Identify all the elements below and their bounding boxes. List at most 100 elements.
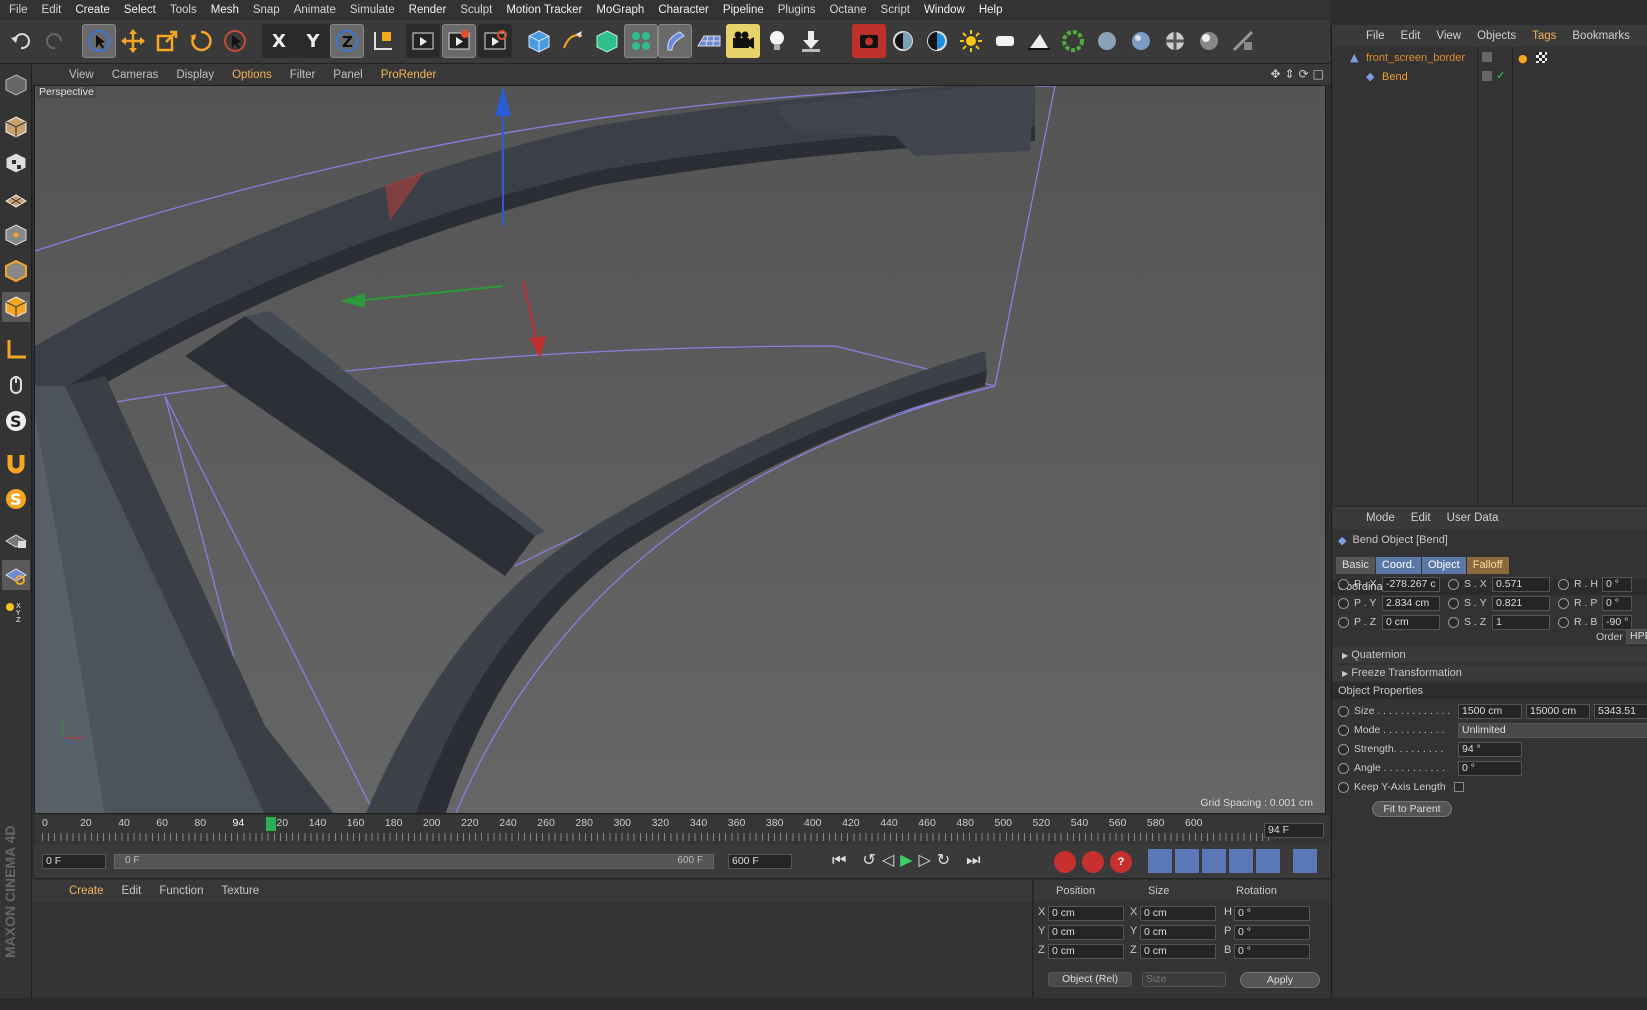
sphere-material-icon[interactable] (1090, 24, 1124, 58)
obj-menu-edit[interactable]: Edit (1393, 30, 1429, 42)
obj-menu-view[interactable]: View (1428, 30, 1469, 42)
live-selection-icon[interactable] (82, 24, 116, 58)
checker-sphere-icon[interactable] (1158, 24, 1192, 58)
menu-render[interactable]: Render (402, 4, 454, 16)
current-frame-field[interactable]: 94 F (1264, 823, 1324, 838)
menu-tools[interactable]: Tools (163, 4, 204, 16)
snap-magnet-icon[interactable] (2, 448, 30, 478)
scale-icon[interactable] (150, 24, 184, 58)
go-to-start-icon[interactable]: ⏮ (832, 850, 846, 870)
mode-animate-radio[interactable] (1338, 724, 1349, 736)
quaternion-group[interactable]: ▶ Quaternion (1332, 647, 1647, 663)
tag-icon[interactable]: ● (1518, 52, 1528, 65)
size-x-field[interactable]: 1500 cm (1458, 703, 1522, 719)
menu-character[interactable]: Character (651, 4, 716, 16)
environment-sphere-icon[interactable] (1124, 24, 1158, 58)
coord-size-field[interactable]: 0 cm (1140, 925, 1216, 940)
viewport-menu-panel[interactable]: Panel (324, 69, 371, 81)
menu-select[interactable]: Select (117, 4, 163, 16)
render-settings-icon[interactable] (478, 24, 512, 58)
material-menu-create[interactable]: Create (60, 885, 113, 897)
texture-mode-icon[interactable] (2, 148, 30, 178)
coord-position-field[interactable]: 0 cm (1048, 906, 1124, 921)
material-menu-function[interactable]: Function (150, 885, 212, 897)
chrome-sphere-icon[interactable] (1192, 24, 1226, 58)
layout-icon[interactable] (1226, 24, 1260, 58)
snap-enable-icon[interactable]: S (2, 484, 30, 514)
coordinate-system-icon[interactable] (366, 24, 400, 58)
visibility-toggle-icon[interactable] (1482, 71, 1492, 81)
material-menu-texture[interactable]: Texture (212, 885, 268, 897)
coord-value-field[interactable]: 0 cm (1382, 614, 1440, 630)
next-key-icon[interactable]: ↻ (937, 850, 950, 870)
solo-mode-icon[interactable]: S (2, 406, 30, 436)
tab-coord[interactable]: Coord. (1375, 557, 1421, 574)
coord-position-field[interactable]: 0 cm (1048, 944, 1124, 959)
attr-menu-edit[interactable]: Edit (1403, 512, 1439, 524)
key-scale-icon[interactable] (1175, 849, 1199, 873)
freeze-transformation-group[interactable]: ▶ Freeze Transformation (1332, 665, 1647, 681)
tab-object[interactable]: Object (1421, 557, 1466, 574)
viewport-menu-options[interactable]: Options (223, 69, 281, 81)
area-light-icon[interactable] (988, 24, 1022, 58)
menu-create[interactable]: Create (68, 4, 117, 16)
keep-y-checkbox[interactable] (1453, 782, 1464, 792)
coord-value-field[interactable]: 1 (1492, 614, 1550, 630)
enabled-check-icon[interactable]: ✓ (1496, 69, 1505, 82)
viewport-menu-view[interactable]: View (60, 69, 103, 81)
timeline-track[interactable] (42, 833, 1274, 841)
subdivision-surface-icon[interactable] (590, 24, 624, 58)
timeline-playhead[interactable] (266, 817, 276, 831)
object-row[interactable]: ◆ Bend ✓ (1332, 68, 1647, 86)
coord-animate-radio[interactable] (1558, 616, 1569, 628)
coord-animate-radio[interactable] (1448, 616, 1459, 628)
tweak-mode-icon[interactable] (2, 370, 30, 400)
viewport-menu-filter[interactable]: Filter (281, 69, 325, 81)
attr-menu-user-data[interactable]: User Data (1439, 512, 1507, 524)
previous-key-icon[interactable]: ↺ (862, 850, 875, 870)
record-keys-icon[interactable] (1054, 851, 1076, 873)
menu-window[interactable]: Window (917, 4, 972, 16)
coord-animate-radio[interactable] (1448, 578, 1459, 590)
spot-light-icon[interactable] (1022, 24, 1056, 58)
sun-light-icon[interactable] (954, 24, 988, 58)
menu-octane[interactable]: Octane (822, 4, 873, 16)
light-icon[interactable] (760, 24, 794, 58)
viewport-maximize-icon[interactable]: □ (1313, 67, 1324, 81)
viewport-dolly-icon[interactable]: ⇕ (1285, 67, 1295, 81)
mode-dropdown[interactable]: Unlimited (1458, 722, 1647, 738)
axis-xyz-icon[interactable]: XYZ (2, 596, 30, 626)
rotate-icon[interactable] (184, 24, 218, 58)
start-frame-field[interactable]: 0 F (42, 854, 106, 869)
keep-y-animate-radio[interactable] (1338, 781, 1349, 793)
coord-apply-button[interactable]: Apply (1240, 972, 1320, 988)
undo-icon[interactable] (4, 24, 38, 58)
tab-basic[interactable]: Basic (1336, 557, 1375, 574)
key-parameter-icon[interactable] (1229, 849, 1253, 873)
texture-tag-icon[interactable] (1536, 52, 1547, 63)
menu-plugins[interactable]: Plugins (771, 4, 823, 16)
obj-menu-objects[interactable]: Objects (1469, 30, 1524, 42)
y-axis-lock-icon[interactable]: Y (296, 24, 330, 58)
object-row[interactable]: ▲ front_screen_border ● (1332, 49, 1647, 67)
previous-frame-icon[interactable]: ◁ (882, 850, 894, 870)
menu-motion-tracker[interactable]: Motion Tracker (499, 4, 589, 16)
obj-menu-file[interactable]: File (1358, 30, 1393, 42)
coord-value-field[interactable]: 2.834 cm (1382, 595, 1440, 611)
menu-file[interactable]: File (2, 4, 35, 16)
end-frame-field[interactable]: 600 F (728, 854, 792, 869)
key-position-icon[interactable] (1148, 849, 1172, 873)
redo-icon[interactable] (38, 24, 72, 58)
coord-animate-radio[interactable] (1338, 578, 1349, 590)
polygons-mode-icon[interactable] (2, 292, 30, 322)
coord-size-field[interactable]: 0 cm (1140, 944, 1216, 959)
x-axis-lock-icon[interactable]: X (262, 24, 296, 58)
coord-animate-radio[interactable] (1558, 597, 1569, 609)
axis-mode-icon[interactable] (2, 334, 30, 364)
go-to-end-icon[interactable]: ⏭ (966, 850, 980, 870)
viewport-pan-icon[interactable]: ✥ (1270, 67, 1280, 81)
strength-field[interactable]: 94 ° (1458, 741, 1522, 757)
object-name[interactable]: front_screen_border (1366, 52, 1465, 64)
render-to-picture-viewer-icon[interactable] (442, 24, 476, 58)
cloner-icon[interactable] (624, 24, 658, 58)
